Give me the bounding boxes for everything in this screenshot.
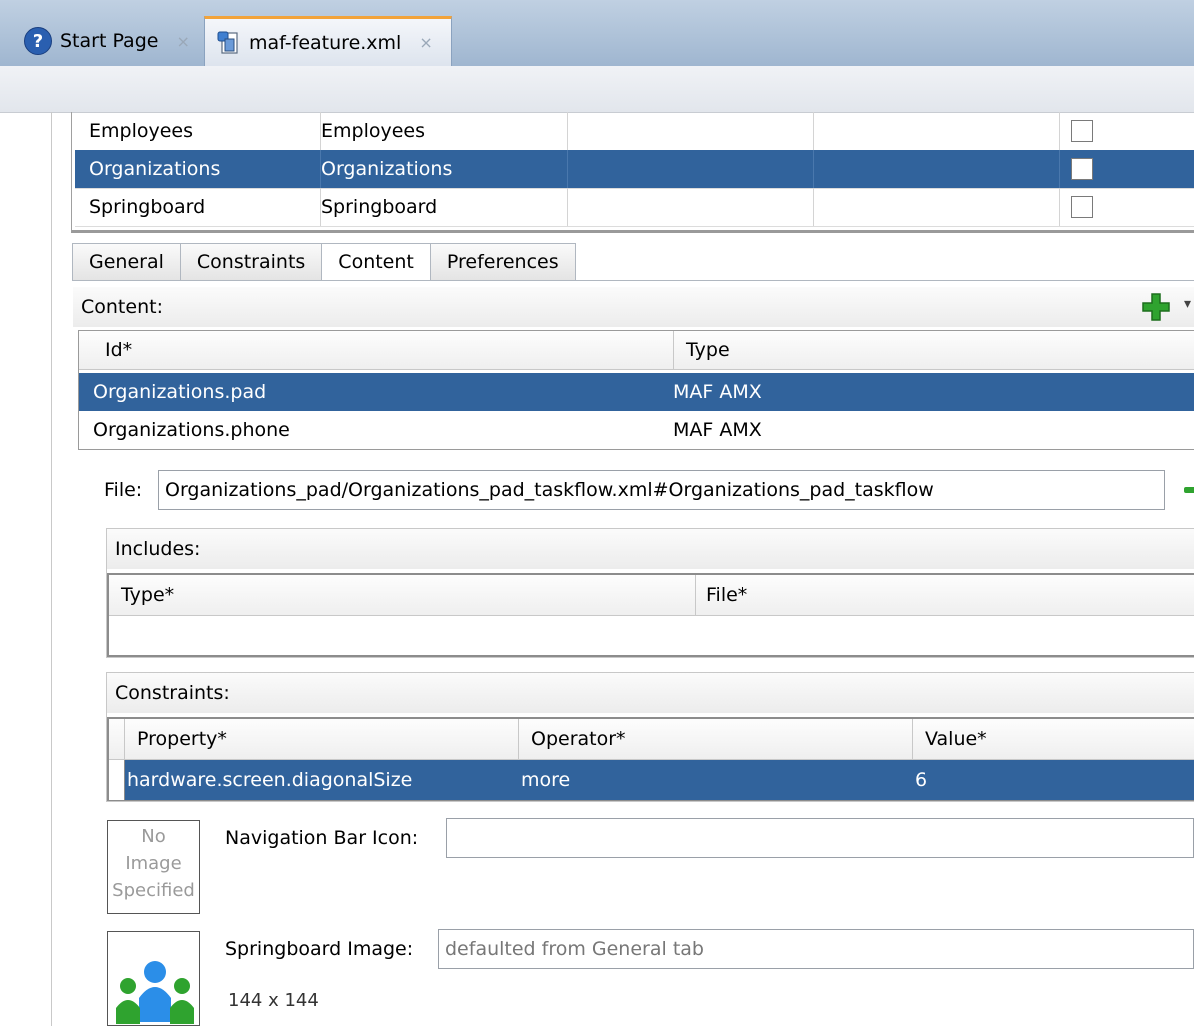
close-icon[interactable]: × (176, 32, 189, 51)
content-label: Content: (81, 296, 163, 318)
constraint-operator: more (521, 769, 571, 791)
xml-file-icon (217, 31, 238, 54)
table-cell (568, 150, 814, 188)
feature-name: Employees (321, 112, 568, 150)
tab-label: maf-feature.xml (249, 31, 402, 54)
table-cell (814, 188, 1060, 226)
table-cell (814, 112, 1060, 150)
content-id: Organizations.pad (93, 381, 267, 403)
features-table: Employees Employees Organizations Organi… (71, 112, 1194, 233)
image-size-label: 144 x 144 (228, 990, 319, 1011)
left-divider (51, 112, 52, 1026)
constraints-label: Constraints: (115, 682, 230, 704)
table-row[interactable]: Organizations.pad MAF AMX (79, 373, 1194, 411)
tab-preferences[interactable]: Preferences (429, 243, 576, 281)
column-header-type[interactable]: Type* (109, 575, 696, 615)
file-label: File: (104, 479, 143, 501)
springboard-image-field[interactable]: defaulted from General tab (438, 929, 1194, 969)
table-cell (568, 112, 814, 150)
springboard-image-label: Springboard Image: (225, 938, 414, 960)
close-icon[interactable]: × (419, 33, 432, 52)
table-row[interactable]: Organizations.phone MAF AMX (79, 411, 1194, 449)
feature-checkbox[interactable] (1071, 196, 1093, 218)
table-cell (568, 188, 814, 226)
springboard-image-preview[interactable] (107, 931, 200, 1026)
feature-subtabs: General Constraints Content Preferences (72, 243, 576, 281)
table-row[interactable]: Employees Employees (75, 112, 1194, 151)
column-header-operator[interactable]: Operator* (519, 719, 913, 759)
table-header: Property* Operator* Value* (109, 719, 1194, 760)
tab-maf-feature[interactable]: maf-feature.xml × (204, 16, 452, 66)
feature-id: Employees (75, 112, 321, 150)
tab-start-page[interactable]: ? Start Page × (10, 16, 204, 66)
table-cell (814, 150, 1060, 188)
content-table: Id* Type Organizations.pad MAF AMX Organ… (78, 330, 1194, 450)
file-field[interactable]: Organizations_pad/Organizations_pad_task… (158, 470, 1165, 510)
add-icon[interactable] (1141, 292, 1171, 322)
content-id: Organizations.phone (93, 419, 290, 441)
includes-table: Type* File* (107, 573, 1194, 657)
navigation-bar-image-preview[interactable]: No Image Specified (107, 820, 200, 914)
feature-checkbox[interactable] (1071, 120, 1093, 142)
no-image-line: Image (125, 853, 182, 874)
column-header-property[interactable]: Property* (125, 719, 519, 759)
tab-content[interactable]: Content (321, 243, 430, 281)
navigation-bar-icon-label: Navigation Bar Icon: (225, 827, 419, 849)
table-row[interactable]: Springboard Springboard (75, 188, 1194, 227)
feature-name: Organizations (321, 150, 568, 188)
tab-general[interactable]: General (72, 243, 180, 281)
column-header-value[interactable]: Value* (913, 719, 1194, 759)
constraint-property: hardware.screen.diagonalSize (127, 769, 413, 791)
constraint-value: 6 (915, 769, 928, 791)
includes-header: Includes: (107, 529, 1194, 569)
feature-checkbox[interactable] (1071, 158, 1093, 180)
feature-name: Springboard (321, 188, 568, 226)
column-header-file[interactable]: File* (696, 575, 1194, 615)
feature-id: Organizations (75, 150, 321, 188)
dropdown-arrow-icon[interactable]: ▾ (1184, 296, 1191, 312)
no-image-line: No (141, 826, 166, 847)
row-header-cell (109, 760, 125, 800)
column-header-id[interactable]: Id* (79, 331, 673, 369)
file-browse-icon[interactable] (1184, 487, 1194, 493)
no-image-line: Specified (112, 880, 195, 901)
editor-toolbar (0, 66, 1194, 113)
navigation-bar-icon-field[interactable] (446, 818, 1194, 858)
people-group-icon (116, 961, 194, 1024)
includes-label: Includes: (115, 538, 201, 560)
help-icon: ? (24, 27, 52, 55)
tab-label: Start Page (60, 30, 159, 52)
column-header-type[interactable]: Type (673, 331, 1193, 369)
constraints-table: Property* Operator* Value* hardware.scre… (107, 717, 1194, 801)
table-row[interactable]: Organizations Organizations (75, 150, 1194, 189)
constraints-header: Constraints: (107, 673, 1194, 713)
feature-id: Springboard (75, 188, 321, 226)
table-row[interactable]: hardware.screen.diagonalSize more 6 (109, 760, 1194, 800)
content-type: MAF AMX (673, 381, 762, 403)
tab-constraints[interactable]: Constraints (179, 243, 322, 281)
content-section-header: Content: (73, 287, 1194, 327)
row-header-cell (109, 719, 125, 759)
content-type: MAF AMX (673, 419, 762, 441)
table-header: Id* Type (79, 331, 1194, 370)
table-header: Type* File* (109, 575, 1194, 616)
